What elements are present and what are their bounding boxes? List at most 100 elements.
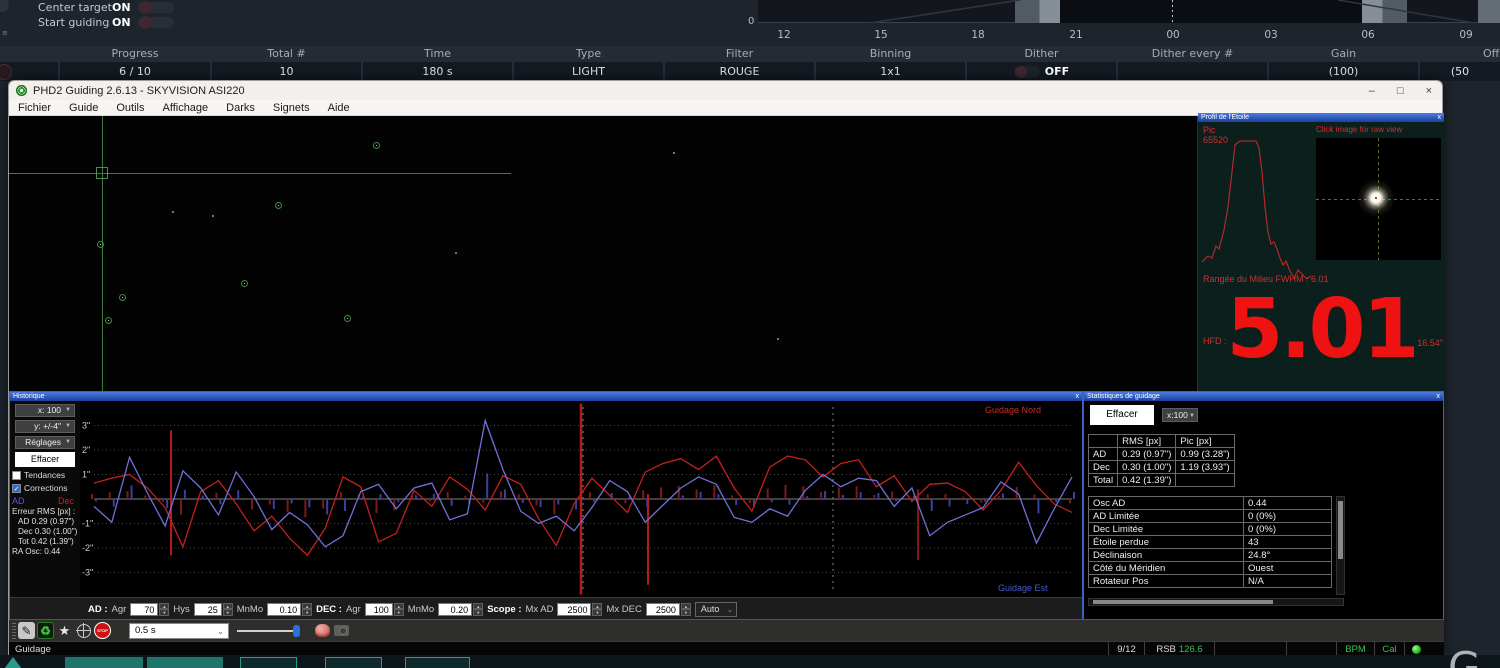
sequence-cell[interactable] — [1118, 62, 1267, 81]
star-profile-titlebar[interactable]: Profil de l'Etoile x — [1198, 113, 1444, 122]
numeric-stepper[interactable]: 25▲▼ — [194, 603, 233, 616]
history-titlebar[interactable]: Historique x — [10, 392, 1082, 401]
stats-clear-button[interactable]: Effacer — [1090, 405, 1154, 425]
stretch-slider[interactable] — [237, 623, 305, 639]
stop-icon[interactable]: STOP — [94, 622, 111, 639]
raw-view-hint[interactable]: Click image for raw view — [1316, 125, 1402, 134]
auto-select-star-icon[interactable]: ★ — [56, 622, 73, 639]
column-header: Gain — [1331, 47, 1356, 60]
rms-cell: Total — [1089, 474, 1118, 487]
checkbox-row[interactable]: ✓Corrections — [12, 483, 80, 493]
x-scale-dropdown[interactable]: x: 100▼ — [15, 404, 75, 417]
rms-stat-line: RA Osc: 0.44 — [12, 547, 80, 556]
close-icon[interactable]: x — [1076, 392, 1080, 401]
rms-cell: AD — [1089, 448, 1118, 461]
menu-affichage[interactable]: Affichage — [154, 102, 218, 114]
close-button[interactable]: × — [1426, 85, 1432, 97]
taskbar-window-icon[interactable] — [240, 657, 297, 668]
numeric-stepper[interactable]: 2500▲▼ — [557, 603, 602, 616]
control-field-label: Agr — [346, 604, 361, 615]
loop-exposures-icon[interactable]: ♻ — [37, 622, 54, 639]
stats-horizontal-scrollbar[interactable] — [1088, 598, 1344, 606]
control-field-label: MnMo — [237, 604, 263, 615]
numeric-stepper[interactable]: 0.20▲▼ — [438, 603, 483, 616]
sequence-cell[interactable]: ROUGE — [665, 62, 814, 81]
minimize-button[interactable]: – — [1369, 85, 1375, 97]
menu-signets[interactable]: Signets — [264, 102, 319, 114]
close-icon[interactable]: x — [1438, 113, 1442, 122]
star-closeup-image[interactable] — [1316, 138, 1441, 260]
sequence-cell[interactable]: LIGHT — [514, 62, 663, 81]
camera-properties-icon[interactable] — [334, 625, 349, 636]
detected-star — [373, 142, 380, 149]
stepper-down-icon[interactable]: ▼ — [592, 609, 602, 616]
menu-fichier[interactable]: Fichier — [9, 102, 60, 114]
stepper-value[interactable]: 25 — [194, 603, 222, 616]
checkbox-checked[interactable]: ✓ — [12, 484, 21, 493]
stepper-value[interactable]: 70 — [130, 603, 158, 616]
numeric-stepper[interactable]: 70▲▼ — [130, 603, 169, 616]
column-header: Dither — [1024, 47, 1058, 60]
stats-titlebar[interactable]: Statistiques de guidage x — [1084, 392, 1443, 401]
guide-icon[interactable] — [75, 622, 92, 639]
taskbar-button[interactable] — [147, 657, 223, 668]
stepper-down-icon[interactable]: ▼ — [473, 609, 483, 616]
numeric-stepper[interactable]: 100▲▼ — [365, 603, 404, 616]
menu-outils[interactable]: Outils — [107, 102, 153, 114]
toggle-switch[interactable] — [138, 17, 174, 28]
stats-scale-dropdown[interactable]: x:100▼ — [1162, 408, 1198, 422]
y-scale-dropdown[interactable]: y: +/-4"▼ — [15, 420, 75, 433]
sequence-cell[interactable]: 10 — [212, 62, 361, 81]
stats-title: Statistiques de guidage — [1087, 393, 1160, 400]
sequence-cell[interactable]: OFF — [967, 62, 1116, 81]
maximize-button[interactable]: □ — [1397, 85, 1404, 97]
sequence-cell[interactable]: 6 / 10 — [60, 62, 210, 81]
sequence-cell[interactable]: (50 — [1420, 62, 1500, 81]
settings-dropdown[interactable]: Réglages▼ — [15, 436, 75, 449]
svg-text:1": 1" — [82, 470, 90, 480]
sequence-cell[interactable]: 180 s — [363, 62, 512, 81]
checkbox-unchecked[interactable] — [12, 471, 21, 480]
ad-legend: AD — [12, 496, 25, 506]
sequencer-step-icon: ≡ — [2, 29, 8, 37]
menu-aide[interactable]: Aide — [319, 102, 359, 114]
stepper-down-icon[interactable]: ▼ — [394, 609, 404, 616]
faint-star — [777, 338, 779, 340]
control-group-label: DEC : — [316, 604, 342, 615]
taskbar-window-icon[interactable] — [405, 657, 470, 668]
brain-settings-icon[interactable] — [315, 624, 330, 637]
sequence-header-row: ProgressTotal #TimeTypeFilterBinningDith… — [0, 46, 1500, 62]
stats-vertical-scrollbar[interactable] — [1336, 496, 1345, 595]
taskbar-arrow-icon[interactable] — [4, 657, 22, 668]
toggle-switch[interactable] — [138, 2, 174, 13]
stepper-down-icon[interactable]: ▼ — [681, 609, 691, 616]
exposure-dropdown[interactable]: 0.5 s⌄ — [129, 623, 229, 639]
phd2-titlebar[interactable]: PHD2 Guiding 2.6.13 - SKYVISION ASI220 –… — [9, 81, 1442, 100]
hfd-arcsec: 16.54" — [1417, 338, 1443, 348]
numeric-stepper[interactable]: 2500▲▼ — [646, 603, 691, 616]
history-clear-button[interactable]: Effacer — [15, 452, 75, 467]
menu-guide[interactable]: Guide — [60, 102, 107, 114]
guide-camera-image[interactable] — [9, 116, 1197, 391]
dither-toggle[interactable] — [1014, 66, 1040, 78]
camera-connect-icon[interactable]: ✎ — [18, 622, 35, 639]
dec-mode-dropdown[interactable]: Auto⌄ — [695, 602, 737, 617]
stepper-down-icon[interactable]: ▼ — [223, 609, 233, 616]
rms-header-cell: RMS [px] — [1118, 435, 1176, 448]
sequence-cell[interactable]: 1x1 — [816, 62, 965, 81]
menu-darks[interactable]: Darks — [217, 102, 264, 114]
stepper-value[interactable]: 0.10 — [267, 603, 301, 616]
stepper-value[interactable]: 100 — [365, 603, 393, 616]
stepper-down-icon[interactable]: ▼ — [159, 609, 169, 616]
numeric-stepper[interactable]: 0.10▲▼ — [267, 603, 312, 616]
toggle-label: Center target — [38, 1, 112, 14]
checkbox-row[interactable]: Tendances — [12, 470, 80, 480]
taskbar-window-icon[interactable] — [325, 657, 382, 668]
stepper-value[interactable]: 2500 — [557, 603, 591, 616]
stepper-down-icon[interactable]: ▼ — [302, 609, 312, 616]
sequence-cell[interactable]: (100) — [1269, 62, 1418, 81]
taskbar-button[interactable] — [65, 657, 143, 668]
stepper-value[interactable]: 0.20 — [438, 603, 472, 616]
close-icon[interactable]: x — [1437, 392, 1441, 401]
stepper-value[interactable]: 2500 — [646, 603, 680, 616]
